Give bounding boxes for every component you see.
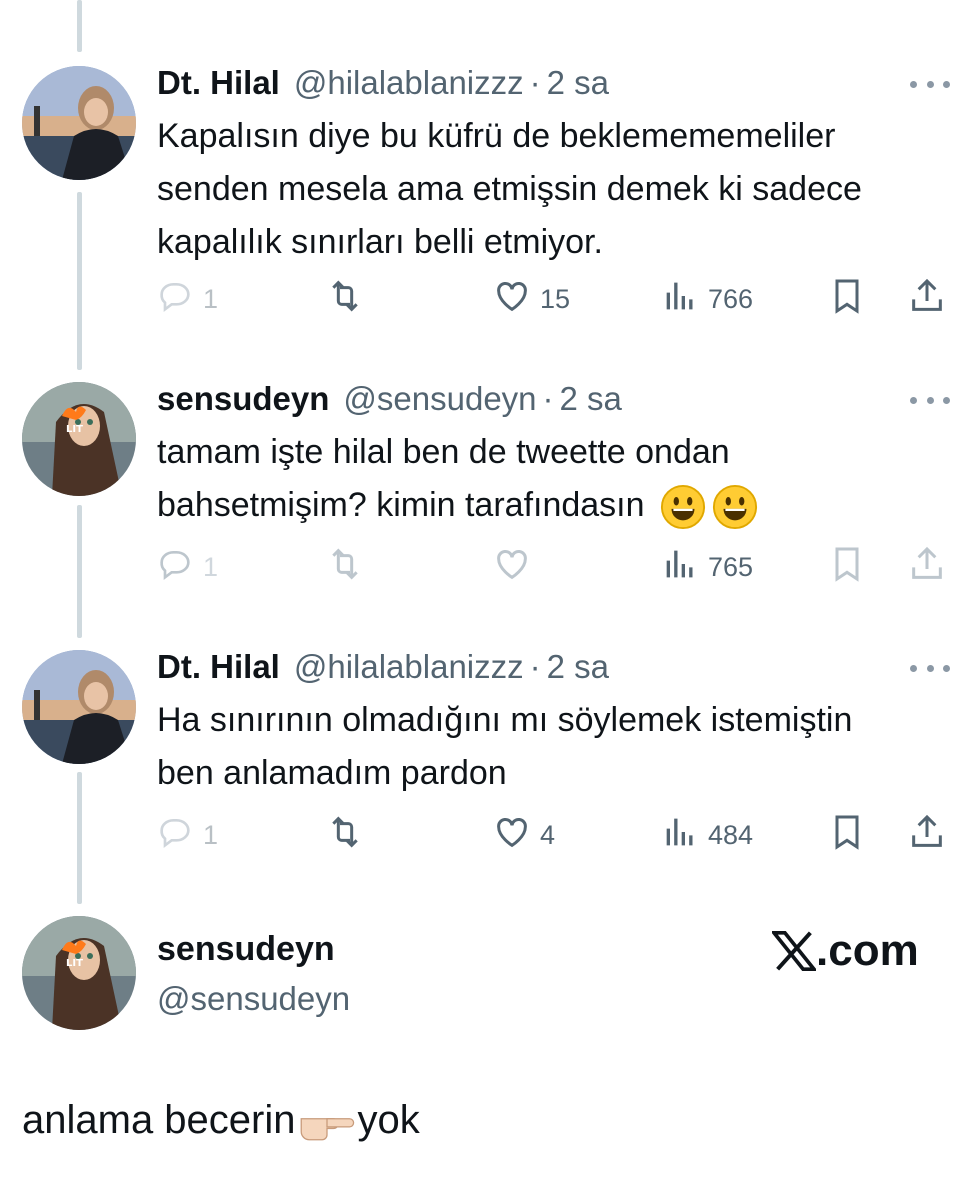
more-icon[interactable] bbox=[910, 658, 950, 678]
avatar[interactable]: LIT bbox=[22, 382, 136, 496]
username[interactable]: @hilalablanizzz bbox=[294, 648, 524, 686]
views-button[interactable]: 765 bbox=[660, 542, 753, 592]
display-name[interactable]: sensudeyn bbox=[157, 930, 335, 969]
share-icon bbox=[907, 812, 947, 859]
bookmark-button[interactable] bbox=[827, 542, 867, 592]
thread-line bbox=[77, 0, 82, 52]
svg-text:LIT: LIT bbox=[66, 424, 83, 435]
views-button[interactable]: 484 bbox=[660, 810, 753, 860]
reply-count: 1 bbox=[203, 283, 219, 314]
bookmark-icon bbox=[827, 276, 867, 323]
brand-text: .com bbox=[816, 926, 919, 975]
like-icon bbox=[492, 544, 532, 591]
tweet-text: anlama becerin yok bbox=[22, 1098, 420, 1143]
display-name[interactable]: Dt. Hilal bbox=[157, 648, 280, 686]
view-count: 484 bbox=[708, 819, 754, 850]
tweet-header: sensudeyn @sensudeyn · 2 sa bbox=[157, 380, 622, 418]
tweet-text-after: yok bbox=[357, 1098, 420, 1142]
tweet-header: Dt. Hilal @hilalablanizzz · 2 sa bbox=[157, 64, 609, 102]
reply-icon bbox=[155, 544, 195, 591]
reply-count: 1 bbox=[203, 819, 219, 850]
views-icon bbox=[660, 276, 700, 323]
tweet-actions: 1 15 766 bbox=[155, 274, 955, 324]
avatar[interactable]: LIT bbox=[22, 916, 136, 1030]
like-icon bbox=[492, 812, 532, 859]
timestamp[interactable]: 2 sa bbox=[547, 648, 609, 686]
avatar[interactable] bbox=[22, 650, 136, 764]
view-count: 766 bbox=[708, 283, 754, 314]
tweet-text: Kapalısın diye bu küfrü de beklemememeli… bbox=[157, 117, 862, 261]
share-button[interactable] bbox=[907, 542, 947, 592]
tweet-actions: 1 4 484 bbox=[155, 810, 955, 860]
thread-line bbox=[77, 505, 82, 638]
x-logo-icon bbox=[772, 931, 816, 971]
bookmark-icon bbox=[827, 812, 867, 859]
reply-count: 1 bbox=[203, 551, 219, 582]
separator: · bbox=[529, 64, 541, 101]
separator: · bbox=[542, 380, 554, 417]
reply-icon bbox=[155, 276, 195, 323]
retweet-icon bbox=[325, 276, 365, 323]
share-icon bbox=[907, 544, 947, 591]
x-com-logo: .com bbox=[772, 926, 919, 976]
like-button[interactable] bbox=[492, 542, 532, 592]
more-icon[interactable] bbox=[910, 74, 950, 94]
timestamp[interactable]: 2 sa bbox=[560, 380, 622, 418]
more-icon[interactable] bbox=[910, 390, 950, 410]
like-button[interactable]: 15 bbox=[492, 274, 570, 324]
like-button[interactable]: 4 bbox=[492, 810, 555, 860]
share-button[interactable] bbox=[907, 810, 947, 860]
share-icon bbox=[907, 276, 947, 323]
tweet-actions: 1 765 bbox=[155, 542, 955, 592]
reply-button[interactable]: 1 bbox=[155, 542, 218, 592]
retweet-icon bbox=[325, 544, 365, 591]
username[interactable]: @hilalablanizzz bbox=[294, 64, 524, 102]
views-button[interactable]: 766 bbox=[660, 274, 753, 324]
tweet-header: Dt. Hilal @hilalablanizzz · 2 sa bbox=[157, 648, 609, 686]
share-button[interactable] bbox=[907, 274, 947, 324]
username[interactable]: @sensudeyn bbox=[157, 980, 350, 1018]
smiley-icon bbox=[660, 484, 706, 530]
retweet-button[interactable] bbox=[325, 810, 365, 860]
svg-text:LIT: LIT bbox=[66, 958, 83, 969]
separator: · bbox=[529, 648, 541, 685]
bookmark-icon bbox=[827, 544, 867, 591]
reply-button[interactable]: 1 bbox=[155, 810, 218, 860]
retweet-icon bbox=[325, 812, 365, 859]
views-icon bbox=[660, 812, 700, 859]
view-count: 765 bbox=[708, 551, 754, 582]
tweet-text-before: anlama becerin bbox=[22, 1098, 296, 1142]
retweet-button[interactable] bbox=[325, 542, 365, 592]
smiley-icon bbox=[712, 484, 758, 530]
tweet-text: Ha sınırının olmadığını mı söylemek iste… bbox=[157, 701, 853, 792]
reply-icon bbox=[155, 812, 195, 859]
like-count: 4 bbox=[540, 819, 556, 850]
bookmark-button[interactable] bbox=[827, 810, 867, 860]
views-icon bbox=[660, 544, 700, 591]
display-name[interactable]: Dt. Hilal bbox=[157, 64, 280, 102]
like-count: 15 bbox=[540, 283, 571, 314]
display-name[interactable]: sensudeyn bbox=[157, 380, 329, 418]
timestamp[interactable]: 2 sa bbox=[547, 64, 609, 102]
like-icon bbox=[492, 276, 532, 323]
reply-button[interactable]: 1 bbox=[155, 274, 218, 324]
tweet-text: tamam işte hilal ben de tweette ondan ba… bbox=[157, 426, 877, 532]
pointing-hand-icon bbox=[300, 1118, 354, 1141]
username[interactable]: @sensudeyn bbox=[343, 380, 536, 418]
thread-line bbox=[77, 192, 82, 370]
avatar[interactable] bbox=[22, 66, 136, 180]
bookmark-button[interactable] bbox=[827, 274, 867, 324]
thread-line bbox=[77, 772, 82, 904]
retweet-button[interactable] bbox=[325, 274, 365, 324]
tweet-text-content: tamam işte hilal ben de tweette ondan ba… bbox=[157, 433, 730, 524]
